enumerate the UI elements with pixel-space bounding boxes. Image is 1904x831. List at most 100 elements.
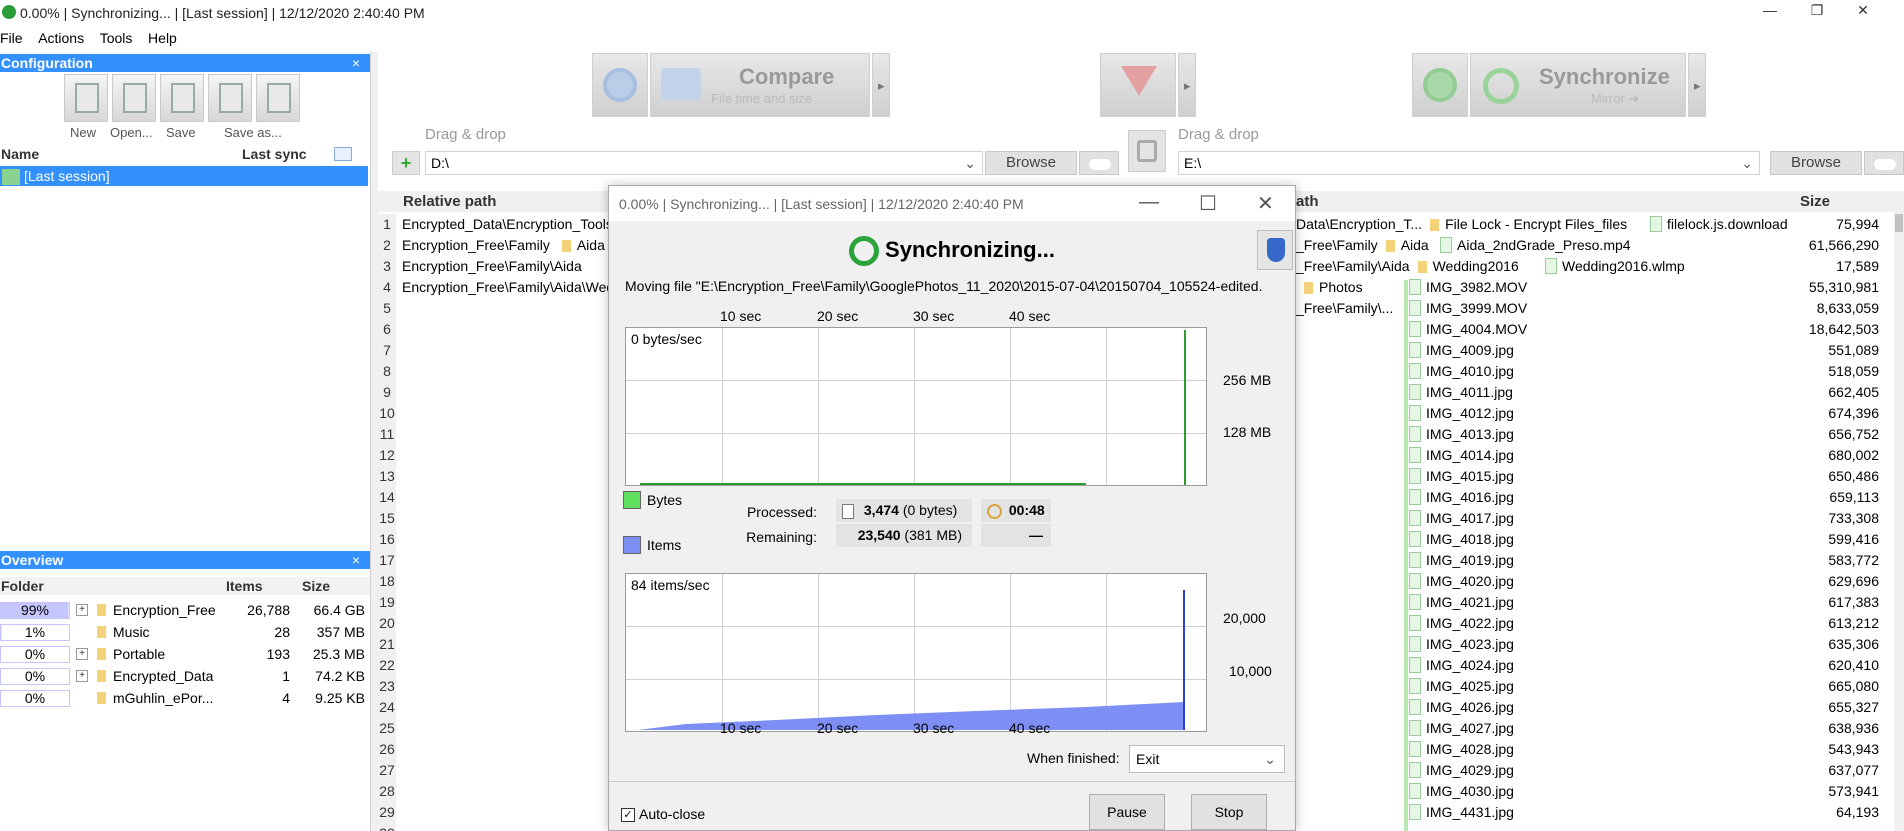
pane-splitter[interactable]: [370, 52, 378, 831]
row-number[interactable]: 24: [378, 697, 396, 718]
overview-pane-close-icon[interactable]: ×: [352, 551, 360, 569]
row-number[interactable]: 3: [378, 256, 396, 277]
right-path-header[interactable]: ath: [1296, 193, 1319, 210]
minimize-button[interactable]: —: [1747, 2, 1793, 24]
right-grid-scrollbar[interactable]: [1894, 212, 1904, 831]
column-options-icon[interactable]: [334, 147, 352, 161]
save-batch-button[interactable]: [256, 74, 300, 122]
compare-button[interactable]: Compare File time and size: [650, 53, 870, 117]
right-path-cell[interactable]: _Free\Family Aida: [1296, 235, 1429, 256]
row-number[interactable]: 15: [378, 508, 396, 529]
chevron-down-icon[interactable]: ⌄: [964, 152, 976, 174]
menu-actions[interactable]: Actions: [38, 30, 84, 46]
row-number[interactable]: 20: [378, 613, 396, 634]
overview-row[interactable]: 99% + Encryption_Free 26,788 66.4 GB: [0, 600, 370, 621]
compare-settings-button[interactable]: [592, 53, 648, 117]
file-row[interactable]: IMG_4027.jpg 638,936: [1409, 718, 1897, 739]
file-row[interactable]: IMG_4023.jpg 635,306: [1409, 634, 1897, 655]
file-row[interactable]: IMG_4020.jpg 629,696: [1409, 571, 1897, 592]
file-row[interactable]: IMG_4028.jpg 543,943: [1409, 739, 1897, 760]
file-row[interactable]: IMG_4019.jpg 583,772: [1409, 550, 1897, 571]
stop-button[interactable]: Stop: [1191, 794, 1267, 830]
file-row[interactable]: Wedding2016.wlmp 17,589: [1545, 256, 1897, 277]
file-row[interactable]: IMG_4012.jpg 674,396: [1409, 403, 1897, 424]
name-column-header[interactable]: Name: [1, 146, 39, 162]
file-row[interactable]: IMG_4026.jpg 655,327: [1409, 697, 1897, 718]
row-number[interactable]: 23: [378, 676, 396, 697]
row-number[interactable]: 22: [378, 655, 396, 676]
filter-dropdown[interactable]: ▸: [1178, 53, 1196, 117]
dialog-maximize-button[interactable]: ☐: [1199, 191, 1217, 216]
row-number[interactable]: 8: [378, 361, 396, 382]
row-number[interactable]: 26: [378, 739, 396, 760]
left-grid-row[interactable]: Encryption_Free\Family Aida: [402, 235, 608, 256]
left-grid-row[interactable]: Encryption_Free\Family\Aida: [402, 256, 608, 277]
left-folder-input[interactable]: D:\ ⌄: [425, 151, 983, 175]
file-row[interactable]: IMG_4431.jpg 64,193: [1409, 802, 1897, 823]
new-config-button[interactable]: [64, 74, 108, 122]
row-number[interactable]: 19: [378, 592, 396, 613]
filter-button[interactable]: [1100, 53, 1176, 117]
overview-row[interactable]: 0% mGuhlin_ePor... 4 9.25 KB: [0, 688, 370, 709]
file-row[interactable]: IMG_4004.MOV 18,642,503: [1409, 319, 1897, 340]
file-row[interactable]: IMG_4018.jpg 599,416: [1409, 529, 1897, 550]
overview-row[interactable]: 0% + Encrypted_Data 1 74.2 KB: [0, 666, 370, 687]
file-row[interactable]: IMG_4025.jpg 665,080: [1409, 676, 1897, 697]
config-pane-close-icon[interactable]: ×: [352, 54, 360, 72]
autoclose-checkbox[interactable]: ✓ Auto-close: [621, 806, 705, 823]
close-button[interactable]: ✕: [1840, 2, 1886, 24]
row-number[interactable]: 17: [378, 550, 396, 571]
expand-icon[interactable]: +: [76, 648, 88, 660]
row-number[interactable]: 7: [378, 340, 396, 361]
row-number[interactable]: 9: [378, 382, 396, 403]
save-as-config-button[interactable]: [208, 74, 252, 122]
config-list-item[interactable]: [Last session]: [0, 166, 368, 186]
expand-icon[interactable]: +: [76, 670, 88, 682]
chevron-down-icon[interactable]: ⌄: [1741, 152, 1753, 174]
row-number[interactable]: 28: [378, 781, 396, 802]
add-folder-pair-button[interactable]: +: [392, 151, 420, 175]
left-grid-header[interactable]: Relative path: [378, 191, 608, 212]
file-row[interactable]: IMG_4013.jpg 656,752: [1409, 424, 1897, 445]
sync-settings-button[interactable]: [1412, 53, 1468, 117]
items-column-header[interactable]: Items: [226, 578, 263, 594]
left-cloud-button[interactable]: [1079, 151, 1119, 175]
file-row[interactable]: IMG_4015.jpg 650,486: [1409, 466, 1897, 487]
right-path-cell[interactable]: Data\Encryption_T... File Lock - Encrypt …: [1296, 214, 1627, 235]
row-number[interactable]: 4: [378, 277, 396, 298]
row-number[interactable]: 21: [378, 634, 396, 655]
overview-row[interactable]: 1% Music 28 357 MB: [0, 622, 370, 643]
row-number[interactable]: 13: [378, 466, 396, 487]
file-row[interactable]: IMG_4030.jpg 573,941: [1409, 781, 1897, 802]
expand-icon[interactable]: +: [76, 604, 88, 616]
overview-row[interactable]: 0% + Portable 193 25.3 MB: [0, 644, 370, 665]
right-path-cell[interactable]: Photos: [1296, 277, 1363, 298]
right-browse-button[interactable]: Browse: [1770, 151, 1862, 175]
left-browse-button[interactable]: Browse: [985, 151, 1077, 175]
row-number[interactable]: 1: [378, 214, 396, 235]
menu-tools[interactable]: Tools: [100, 30, 133, 46]
file-row[interactable]: IMG_4010.jpg 518,059: [1409, 361, 1897, 382]
pause-button[interactable]: Pause: [1089, 794, 1165, 830]
size-column-header[interactable]: Size: [302, 578, 330, 594]
row-number[interactable]: 2: [378, 235, 396, 256]
right-path-cell[interactable]: _Free\Family\...: [1296, 298, 1393, 319]
file-row[interactable]: IMG_4016.jpg 659,113: [1409, 487, 1897, 508]
left-grid-row[interactable]: Encrypted_Data\Encryption_Tools: [402, 214, 608, 235]
row-number[interactable]: 14: [378, 487, 396, 508]
row-number[interactable]: 10: [378, 403, 396, 424]
menu-help[interactable]: Help: [148, 30, 177, 46]
file-row[interactable]: IMG_3982.MOV 55,310,981: [1409, 277, 1897, 298]
file-row[interactable]: filelock.js.download 75,994: [1650, 214, 1897, 235]
file-row[interactable]: IMG_4024.jpg 620,410: [1409, 655, 1897, 676]
restore-button[interactable]: ❐: [1794, 2, 1840, 24]
left-grid-row[interactable]: Encryption_Free\Family\Aida\Wedding2016: [402, 277, 608, 298]
file-row[interactable]: IMG_4017.jpg 733,308: [1409, 508, 1897, 529]
row-number[interactable]: 16: [378, 529, 396, 550]
open-config-button[interactable]: [112, 74, 156, 122]
dialog-close-button[interactable]: ✕: [1257, 191, 1274, 216]
file-row[interactable]: IMG_4021.jpg 617,383: [1409, 592, 1897, 613]
row-number[interactable]: 27: [378, 760, 396, 781]
compare-dropdown[interactable]: ▸: [872, 53, 890, 117]
scrollbar-thumb[interactable]: [1895, 214, 1903, 232]
